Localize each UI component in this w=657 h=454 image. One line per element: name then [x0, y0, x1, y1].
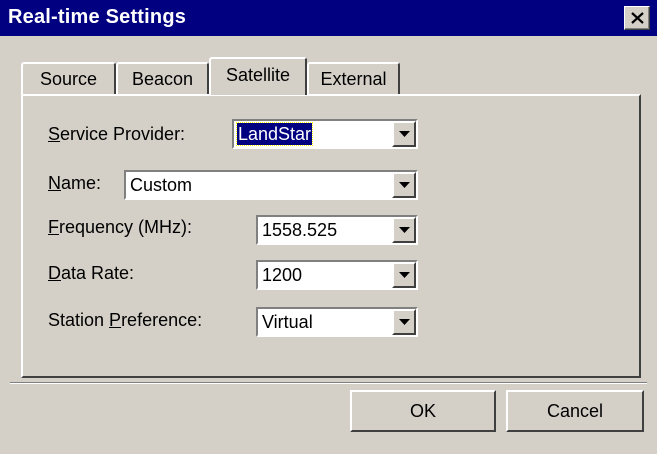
service-provider-label: Service Provider:: [48, 124, 185, 145]
ok-button[interactable]: OK: [350, 390, 496, 432]
name-dropdown-button[interactable]: [392, 172, 416, 198]
data-rate-dropdown-button[interactable]: [392, 262, 416, 288]
window-title: Real-time Settings: [8, 6, 187, 28]
station-preference-value: Virtual: [262, 312, 313, 332]
chevron-down-icon: [399, 131, 410, 137]
frequency-value: 1558.525: [262, 220, 338, 240]
ok-button-label: OK: [409, 401, 436, 421]
chevron-down-icon: [399, 182, 410, 188]
service-provider-access-key: S: [48, 124, 61, 144]
tab-external-label: External: [320, 69, 387, 89]
service-provider-label-text: ervice Provider:: [60, 124, 186, 144]
station-preference-access-key: P: [109, 310, 122, 330]
title-bar[interactable]: Real-time Settings: [0, 0, 657, 36]
service-provider-value: LandStar: [235, 122, 314, 146]
frequency-select[interactable]: 1558.525: [256, 215, 418, 245]
tab-source-label: Source: [39, 69, 98, 89]
close-button[interactable]: [624, 6, 650, 30]
tab-satellite[interactable]: Satellite: [209, 57, 307, 95]
service-provider-dropdown-button[interactable]: [392, 121, 416, 147]
tab-source[interactable]: Source: [21, 62, 116, 94]
name-access-key: N: [48, 173, 61, 193]
frequency-label: Frequency (MHz):: [48, 217, 192, 238]
data-rate-label-text: ata Rate:: [61, 263, 135, 283]
frequency-dropdown-button[interactable]: [392, 217, 416, 243]
cancel-button[interactable]: Cancel: [506, 390, 644, 432]
close-icon: [631, 12, 644, 24]
chevron-down-icon: [399, 319, 410, 325]
name-select[interactable]: Custom: [124, 170, 418, 200]
data-rate-select[interactable]: 1200: [256, 260, 418, 290]
chevron-down-icon: [399, 272, 410, 278]
cancel-button-label: Cancel: [546, 401, 604, 421]
frequency-label-text: requency (MHz):: [59, 217, 193, 237]
data-rate-value: 1200: [262, 265, 303, 285]
service-provider-select[interactable]: LandStar: [232, 119, 418, 149]
tab-satellite-label: Satellite: [225, 65, 291, 85]
name-value: Custom: [130, 175, 193, 195]
data-rate-access-key: D: [48, 263, 61, 283]
station-preference-label-prefix: Station: [48, 310, 110, 330]
dialog-window: Real-time Settings Source Beacon Satelli…: [0, 0, 657, 454]
name-label-text: ame:: [61, 173, 102, 193]
chevron-down-icon: [399, 227, 410, 233]
data-rate-label: Data Rate:: [48, 263, 134, 284]
station-preference-label: Station Preference:: [48, 310, 202, 331]
station-preference-label-text: reference:: [121, 310, 203, 330]
tab-beacon-label: Beacon: [131, 69, 194, 89]
station-preference-select[interactable]: Virtual: [256, 307, 418, 337]
tab-beacon[interactable]: Beacon: [116, 62, 209, 94]
name-label: Name:: [48, 173, 101, 194]
frequency-access-key: F: [48, 217, 59, 237]
station-preference-dropdown-button[interactable]: [392, 309, 416, 335]
tab-external[interactable]: External: [307, 62, 400, 94]
separator: [10, 382, 647, 384]
